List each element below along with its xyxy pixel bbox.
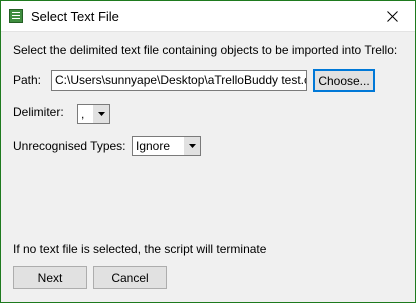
delimiter-dropdown-button[interactable] — [92, 105, 109, 123]
path-label: Path: — [13, 73, 42, 87]
unrecognised-types-label: Unrecognised Types: — [13, 139, 126, 153]
dialog-content: Select the delimited text file containin… — [1, 33, 415, 302]
close-icon — [386, 11, 398, 22]
delimiter-label: Delimiter: — [13, 105, 64, 119]
unrecognised-types-dropdown-button[interactable] — [183, 137, 200, 155]
chevron-down-icon — [188, 144, 196, 148]
select-text-file-dialog: Select Text File Select the delimited te… — [0, 0, 416, 303]
cancel-button[interactable]: Cancel — [93, 266, 167, 289]
chevron-down-icon — [97, 112, 105, 116]
window-title: Select Text File — [31, 9, 119, 24]
unrecognised-types-selected-value: Ignore — [136, 139, 171, 153]
next-button[interactable]: Next — [13, 266, 87, 289]
path-input[interactable]: C:\Users\sunnyape\Desktop\aTrelloBuddy t… — [51, 70, 307, 91]
instructions-text: Select the delimited text file containin… — [13, 43, 398, 57]
text-file-app-icon — [9, 9, 23, 23]
title-bar[interactable]: Select Text File — [1, 1, 415, 32]
footer-note: If no text file is selected, the script … — [13, 242, 267, 256]
unrecognised-types-select[interactable]: Ignore — [132, 136, 201, 156]
close-button[interactable] — [369, 1, 415, 32]
delimiter-select[interactable]: , — [77, 104, 110, 124]
delimiter-selected-value: , — [81, 107, 85, 121]
choose-file-button[interactable]: Choose... — [313, 69, 375, 92]
